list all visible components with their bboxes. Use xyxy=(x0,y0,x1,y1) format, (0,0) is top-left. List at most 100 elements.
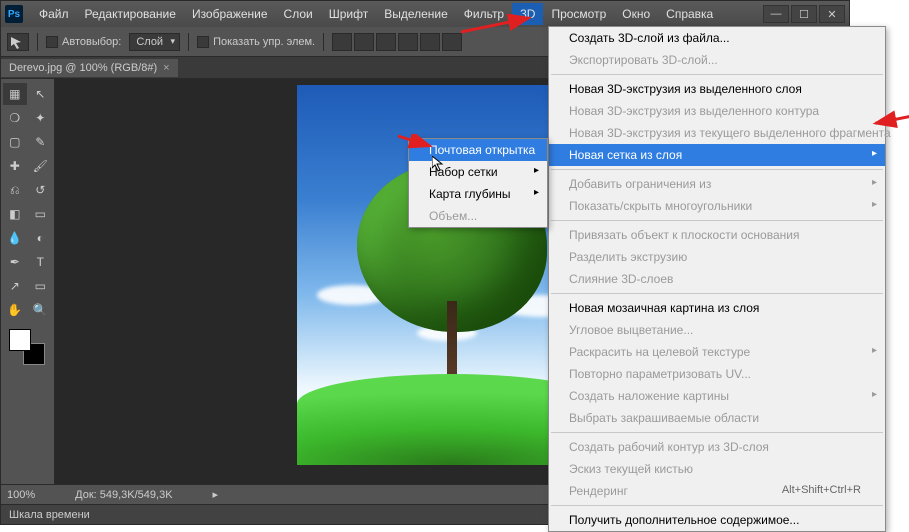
menu-item[interactable]: Новая сетка из слоя xyxy=(549,144,885,166)
menu-item: Создать рабочий контур из 3D-слоя xyxy=(549,436,885,458)
menu-separator xyxy=(551,293,883,294)
menu-separator xyxy=(551,169,883,170)
menu-file[interactable]: Файл xyxy=(31,3,77,25)
eraser-tool[interactable]: ◧ xyxy=(3,203,27,225)
menu-item[interactable]: Получить дополнительное содержимое... xyxy=(549,509,885,531)
menu-help[interactable]: Справка xyxy=(658,3,721,25)
checkbox-icon xyxy=(197,36,209,48)
menu-item: Повторно параметризовать UV... xyxy=(549,363,885,385)
menu-item: Экспортировать 3D-слой... xyxy=(549,49,885,71)
eyedropper-tool[interactable]: ✎ xyxy=(29,131,53,153)
menu-item: Создать наложение картины xyxy=(549,385,885,407)
menu-separator xyxy=(551,220,883,221)
menu-item: Раскрасить на целевой текстуре xyxy=(549,341,885,363)
minimize-button[interactable]: — xyxy=(763,5,789,23)
move-tool-icon[interactable] xyxy=(7,33,29,51)
divider xyxy=(323,33,324,51)
autoselect-checkbox[interactable]: Автовыбор: xyxy=(46,36,121,48)
checkbox-icon xyxy=(46,36,58,48)
submenu-item[interactable]: Карта глубины xyxy=(409,183,547,205)
submenu-item[interactable]: Набор сетки xyxy=(409,161,547,183)
submenu-new-mesh: Почтовая открыткаНабор сеткиКарта глубин… xyxy=(408,138,548,228)
close-button[interactable]: ✕ xyxy=(819,5,845,23)
lasso-tool[interactable]: ❍ xyxy=(3,107,27,129)
foreground-swatch[interactable] xyxy=(9,329,31,351)
close-icon[interactable]: × xyxy=(163,62,169,74)
menu-item: Слияние 3D-слоев xyxy=(549,268,885,290)
zoom-tool[interactable]: 🔍 xyxy=(29,299,53,321)
menu-item: Привязать объект к плоскости основания xyxy=(549,224,885,246)
gradient-tool[interactable]: ▭ xyxy=(29,203,53,225)
timeline-label: Шкала времени xyxy=(9,509,90,521)
menu-item[interactable]: Новая мозаичная картина из слоя xyxy=(549,297,885,319)
dropdown-3d: Создать 3D-слой из файла...Экспортироват… xyxy=(548,26,886,532)
autoselect-mode-select[interactable]: Слой xyxy=(129,33,180,51)
menu-item: Угловое выцветание... xyxy=(549,319,885,341)
align-btn[interactable] xyxy=(332,33,352,51)
toolbox: ▦↖ ❍✦ ▢✎ ✚🖌 ⎌↺ ◧▭ 💧◐ ✒T ↗▭ ✋🔍 xyxy=(1,79,55,484)
menu-item: Выбрать закрашиваемые области xyxy=(549,407,885,429)
heal-tool[interactable]: ✚ xyxy=(3,155,27,177)
menu-item[interactable]: Создать 3D-слой из файла... xyxy=(549,27,885,49)
menu-item: Показать/скрыть многоугольники xyxy=(549,195,885,217)
doc-info: Док: 549,3K/549,3K xyxy=(75,489,172,501)
ps-logo: Ps xyxy=(5,5,23,23)
divider xyxy=(188,33,189,51)
menu-3d[interactable]: 3D xyxy=(512,3,543,25)
align-btn[interactable] xyxy=(398,33,418,51)
submenu-item: Объем... xyxy=(409,205,547,227)
menu-image[interactable]: Изображение xyxy=(184,3,276,25)
align-btn[interactable] xyxy=(376,33,396,51)
divider xyxy=(37,33,38,51)
show-controls-checkbox[interactable]: Показать упр. элем. xyxy=(197,36,315,48)
document-tab[interactable]: Derevo.jpg @ 100% (RGB/8#) × xyxy=(1,59,178,77)
document-title: Derevo.jpg @ 100% (RGB/8#) xyxy=(9,62,157,74)
stamp-tool[interactable]: ⎌ xyxy=(3,179,27,201)
align-buttons xyxy=(332,33,462,51)
align-btn[interactable] xyxy=(442,33,462,51)
menu-item: Новая 3D-экструзия из текущего выделенно… xyxy=(549,122,885,144)
menu-separator xyxy=(551,74,883,75)
align-btn[interactable] xyxy=(354,33,374,51)
pen-tool[interactable]: ✒ xyxy=(3,251,27,273)
menu-select[interactable]: Выделение xyxy=(376,3,456,25)
maximize-button[interactable]: ☐ xyxy=(791,5,817,23)
menu-layers[interactable]: Слои xyxy=(276,3,321,25)
menu-filter[interactable]: Фильтр xyxy=(456,3,512,25)
shortcut-label: Alt+Shift+Ctrl+R xyxy=(782,484,861,496)
path-tool[interactable]: ↗ xyxy=(3,275,27,297)
menu-separator xyxy=(551,505,883,506)
window-controls: — ☐ ✕ xyxy=(763,5,845,23)
menu-separator xyxy=(551,432,883,433)
wand-tool[interactable]: ✦ xyxy=(29,107,53,129)
submenu-item[interactable]: Почтовая открытка xyxy=(409,139,547,161)
dodge-tool[interactable]: ◐ xyxy=(29,227,53,249)
menu-item: Разделить экструзию xyxy=(549,246,885,268)
menu-edit[interactable]: Редактирование xyxy=(77,3,184,25)
show-controls-label: Показать упр. элем. xyxy=(213,36,315,48)
titlebar: Ps Файл Редактирование Изображение Слои … xyxy=(1,1,849,27)
menu-bar: Файл Редактирование Изображение Слои Шри… xyxy=(31,3,721,25)
menu-view[interactable]: Просмотр xyxy=(543,3,614,25)
menu-item: Новая 3D-экструзия из выделенного контур… xyxy=(549,100,885,122)
status-arrow-icon[interactable]: ▸ xyxy=(213,488,219,501)
zoom-level[interactable]: 100% xyxy=(7,489,35,501)
move-tool[interactable]: ↖ xyxy=(29,83,53,105)
shape-tool[interactable]: ▭ xyxy=(29,275,53,297)
menu-item[interactable]: Новая 3D-экструзия из выделенного слоя xyxy=(549,78,885,100)
color-swatches[interactable] xyxy=(9,329,45,365)
crop-tool[interactable]: ▢ xyxy=(3,131,27,153)
menu-window[interactable]: Окно xyxy=(614,3,658,25)
hand-tool[interactable]: ✋ xyxy=(3,299,27,321)
history-brush-tool[interactable]: ↺ xyxy=(29,179,53,201)
menu-type[interactable]: Шрифт xyxy=(321,3,376,25)
align-btn[interactable] xyxy=(420,33,440,51)
menu-item: Эскиз текущей кистью xyxy=(549,458,885,480)
autoselect-label: Автовыбор: xyxy=(62,36,121,48)
marquee-tool[interactable]: ▦ xyxy=(3,83,27,105)
tree-trunk xyxy=(447,301,457,381)
blur-tool[interactable]: 💧 xyxy=(3,227,27,249)
brush-tool[interactable]: 🖌 xyxy=(29,155,53,177)
menu-item: Добавить ограничения из xyxy=(549,173,885,195)
type-tool[interactable]: T xyxy=(29,251,53,273)
